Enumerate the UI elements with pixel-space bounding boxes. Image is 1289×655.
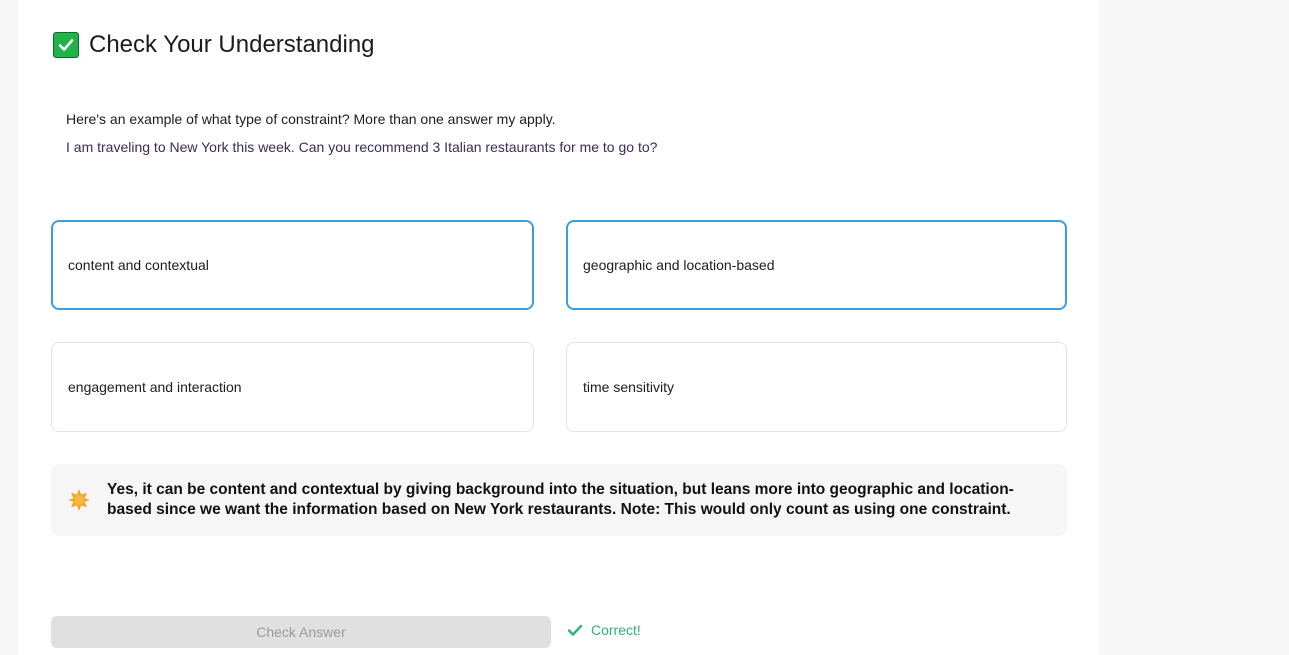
answer-option-label: geographic and location-based — [583, 257, 775, 273]
answer-option-time-sensitivity[interactable]: time sensitivity — [566, 342, 1067, 432]
answer-option-engagement-interaction[interactable]: engagement and interaction — [51, 342, 534, 432]
check-answer-button[interactable]: Check Answer — [51, 616, 551, 648]
star-icon — [68, 489, 90, 511]
answer-option-label: time sensitivity — [583, 379, 675, 395]
question-example: I am traveling to New York this week. Ca… — [66, 139, 658, 155]
result-status: Correct! — [567, 622, 641, 638]
question-prompt: Here's an example of what type of constr… — [66, 111, 556, 127]
answer-option-label: content and contextual — [68, 257, 209, 273]
quiz-card: Check Your Understanding Here's an examp… — [18, 0, 1099, 655]
checkmark-icon — [567, 624, 583, 636]
answer-option-geographic-location[interactable]: geographic and location-based — [566, 220, 1067, 310]
quiz-title: Check Your Understanding — [89, 31, 375, 58]
feedback-panel: Yes, it can be content and contextual by… — [51, 464, 1067, 536]
answer-option-content-contextual[interactable]: content and contextual — [51, 220, 534, 310]
quiz-heading: Check Your Understanding — [53, 30, 375, 60]
feedback-text: Yes, it can be content and contextual by… — [107, 481, 1014, 518]
result-status-text: Correct! — [591, 622, 641, 638]
answer-option-label: engagement and interaction — [68, 379, 242, 395]
check-mark-button-icon — [53, 32, 79, 58]
